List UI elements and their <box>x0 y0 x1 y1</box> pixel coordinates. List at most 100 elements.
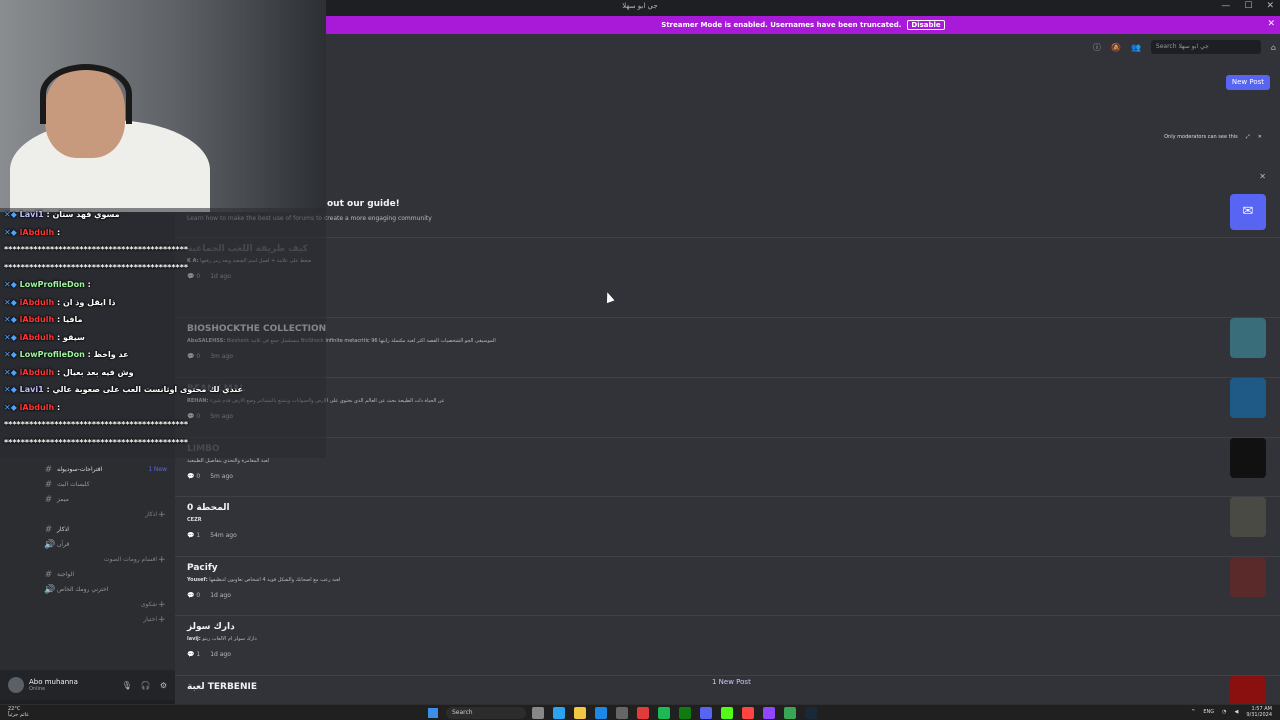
sidebar-channel-item[interactable]: # الواجبة <box>0 567 175 582</box>
banner-close-icon[interactable]: ✕ <box>1267 19 1275 29</box>
obs-icon[interactable] <box>742 707 754 719</box>
new-post-button[interactable]: New Post <box>1225 75 1270 90</box>
info-icon[interactable]: ⓘ <box>1093 42 1101 53</box>
sidebar-channel-item[interactable]: 🔊 اخترني رومك الخاص <box>0 582 175 597</box>
mute-microphone-icon[interactable]: 🎙 <box>122 681 132 690</box>
chat-badge-icon: ✕◆ <box>4 367 20 377</box>
discord-icon[interactable] <box>700 707 712 719</box>
replies-count: 💬 0 <box>187 592 201 599</box>
system-tray: ^ ENG ◔ ◀ 1:57 AM 9/31/2024 <box>1191 706 1272 718</box>
chat-message: ****************************************… <box>4 420 188 429</box>
user-controls: 🎙 🎧 ⚙ <box>122 681 167 690</box>
replies-count: 💬 1 <box>187 532 201 539</box>
twitch-icon[interactable] <box>763 707 775 719</box>
forum-post[interactable]: كيف طريقة اللعب الجماعيةK A: ضغط على علا… <box>175 237 1280 295</box>
tray-chevron-icon[interactable]: ^ <box>1191 709 1195 715</box>
notifications-icon[interactable]: 🔕 <box>1111 43 1121 52</box>
post-meta: 💬 0 1d ago <box>187 592 231 599</box>
expand-icon[interactable]: ⤢ <box>1246 134 1250 140</box>
add-channel-icon[interactable]: + <box>158 555 166 565</box>
channel-label: قرآن <box>57 541 70 548</box>
task-view-icon[interactable] <box>532 707 544 719</box>
brave-icon[interactable] <box>637 707 649 719</box>
add-channel-icon[interactable]: + <box>158 510 166 520</box>
header-toolbar: ⓘ 🔕 👥 Search جي ابو سهلا ⌂ <box>1093 40 1276 54</box>
channel-category[interactable]: اذكار + <box>0 507 175 522</box>
close-window-button[interactable]: ✕ <box>1266 1 1274 11</box>
disable-streamer-mode-button[interactable]: Disable <box>907 20 945 30</box>
post-author: CEZR <box>187 517 202 523</box>
chat-text: : سيقو <box>56 332 85 342</box>
edge-icon[interactable] <box>553 707 565 719</box>
channel-category[interactable]: اختيار + <box>0 612 175 627</box>
add-channel-icon[interactable]: + <box>158 600 166 610</box>
inbox-icon[interactable]: ⌂ <box>1271 43 1276 52</box>
channel-category[interactable]: اقسام رومات الصوت + <box>0 552 175 567</box>
forum-post[interactable]: BIOSHOCKTHE COLLECTIONAbuSALEHSS: Biosho… <box>175 317 1280 375</box>
category-label: اقسام رومات الصوت <box>103 556 157 563</box>
post-excerpt: CEZR <box>187 517 202 523</box>
lang-indicator[interactable]: ENG <box>1203 709 1214 715</box>
chat-text: ****************************************… <box>4 420 189 429</box>
start-button-icon[interactable] <box>428 708 438 718</box>
avatar[interactable] <box>8 677 24 693</box>
user-info[interactable]: Abo muhanna Online <box>29 678 78 692</box>
sidebar-channel-item[interactable]: 🔊 قرآن <box>0 537 175 552</box>
settings-gear-icon[interactable]: ⚙ <box>160 681 167 690</box>
app-icon[interactable] <box>784 707 796 719</box>
window-controls: — ☐ ✕ <box>1221 1 1274 11</box>
chat-message: ****************************************… <box>4 245 188 254</box>
chat-message: ✕◆ iAbdulh : <box>4 403 60 412</box>
search-input[interactable]: Search جي ابو سهلا <box>1150 40 1261 54</box>
minimize-button[interactable]: — <box>1221 1 1230 11</box>
clock[interactable]: 1:57 AM 9/31/2024 <box>1246 706 1272 718</box>
forum-post[interactable]: LIMBO لعبة المغامرة والتحدي بتفاصيل الطب… <box>175 437 1280 495</box>
volume-icon[interactable]: ◀ <box>1235 709 1239 715</box>
chat-text: : <box>87 280 91 289</box>
add-channel-icon[interactable]: + <box>158 615 166 625</box>
wifi-icon[interactable]: ◔ <box>1222 709 1226 715</box>
post-author: Yousef: <box>187 577 208 583</box>
forum-post[interactable]: Pacify Yousef: لعبة رعب مع اصحابك والشكل … <box>175 556 1280 614</box>
forum-post[interactable]: المحطة 0 CEZR 💬 1 54m ago <box>175 496 1280 554</box>
kick-icon[interactable] <box>721 707 733 719</box>
chat-message: ✕◆ LowProfileDon : عد واخظ <box>4 350 129 359</box>
forum-post[interactable]: دارك سولز lavij: دارك سولز ام الالعاب ريت… <box>175 615 1280 673</box>
chat-username: iAbdulh <box>19 315 55 324</box>
file-explorer-icon[interactable] <box>574 707 586 719</box>
channel-label: ميمز <box>57 496 69 503</box>
xbox-icon[interactable] <box>679 707 691 719</box>
post-time: 1d ago <box>210 592 231 599</box>
sidebar-channel-item[interactable]: # ميمز <box>0 492 175 507</box>
forum-post[interactable]: BEANILMALREHAN: عن الحياة ذات الطبيعة بح… <box>175 377 1280 435</box>
hash-icon: # <box>44 569 53 580</box>
members-icon[interactable]: 👥 <box>1131 43 1141 52</box>
taskbar-search[interactable]: Search <box>446 707 526 719</box>
post-excerpt: لعبة المغامرة والتحدي بتفاصيل الطبيعية <box>187 458 269 464</box>
steam-icon[interactable] <box>805 707 817 719</box>
clock-date: 9/31/2024 <box>1246 712 1272 718</box>
sidebar-channel-item[interactable]: # كلبسات البث <box>0 477 175 492</box>
chat-username: Lavi1 <box>19 210 44 219</box>
chat-badge-icon: ✕◆ <box>4 227 20 237</box>
channel-label: كلبسات البث <box>57 481 90 488</box>
store-icon[interactable] <box>595 707 607 719</box>
speaker-icon: 🔊 <box>44 539 56 550</box>
chat-message: ✕◆ LowProfileDon : <box>4 280 91 289</box>
sidebar-channel-item[interactable]: # اذكار <box>0 522 175 537</box>
app-icon[interactable] <box>616 707 628 719</box>
post-meta: 💬 0 5m ago <box>187 473 233 480</box>
sidebar-channel-item[interactable]: # اقتراحات-سوديوله 1 New <box>0 462 175 477</box>
spotify-icon[interactable] <box>658 707 670 719</box>
channel-category[interactable]: شكوى + <box>0 597 175 612</box>
weather-widget[interactable]: 22°C غائم جزئياً <box>8 706 29 718</box>
guide-close-icon[interactable]: ✕ <box>1259 172 1266 181</box>
chat-badge-icon: ✕◆ <box>4 280 20 289</box>
dismiss-icon[interactable]: ✕ <box>1258 134 1262 140</box>
post-excerpt: lavij: دارك سولز ام الالعاب ريتو <box>187 636 257 642</box>
new-posts-pill[interactable]: 1 New Post <box>706 677 757 687</box>
headphones-icon[interactable]: 🎧 <box>141 681 151 690</box>
maximize-button[interactable]: ☐ <box>1244 1 1252 11</box>
guide-card[interactable]: ✕ out our guide! Learn how to make the b… <box>175 172 1280 234</box>
taskbar-apps <box>532 707 817 719</box>
